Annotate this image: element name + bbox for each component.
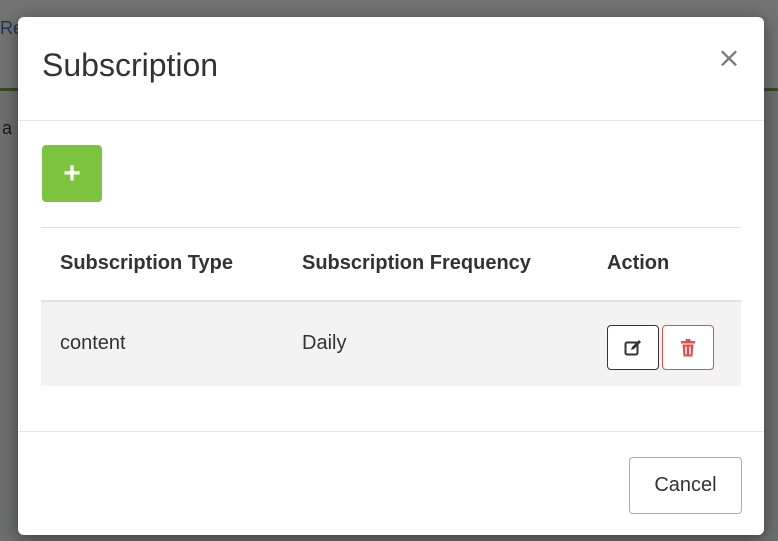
edit-icon	[624, 339, 641, 355]
modal-title: Subscription	[42, 47, 219, 83]
cancel-button[interactable]: Cancel	[629, 457, 742, 514]
cell-subscription-type: content	[41, 300, 283, 386]
delete-button[interactable]	[662, 325, 714, 370]
subscription-table: Subscription Type Subscription Frequency…	[41, 227, 741, 386]
edit-button[interactable]	[607, 325, 659, 370]
modal-body: + Subscription Type Subscription Frequen…	[18, 121, 764, 432]
close-button[interactable]: ×	[716, 44, 742, 72]
modal-header: Subscription ×	[18, 17, 764, 121]
plus-icon: +	[63, 157, 81, 190]
header-subscription-type: Subscription Type	[41, 227, 283, 302]
table-header-row: Subscription Type Subscription Frequency…	[41, 227, 741, 302]
table-row: content Daily	[41, 300, 741, 386]
cell-subscription-frequency: Daily	[283, 300, 588, 386]
trash-icon	[681, 338, 695, 356]
header-action: Action	[588, 227, 741, 302]
close-icon: ×	[717, 41, 741, 74]
cell-action	[588, 300, 741, 386]
modal-footer: Cancel	[18, 432, 764, 535]
add-subscription-button[interactable]: +	[42, 145, 102, 202]
subscription-modal: Subscription × + Subscription Type Subsc…	[18, 17, 764, 535]
header-subscription-frequency: Subscription Frequency	[283, 227, 588, 302]
